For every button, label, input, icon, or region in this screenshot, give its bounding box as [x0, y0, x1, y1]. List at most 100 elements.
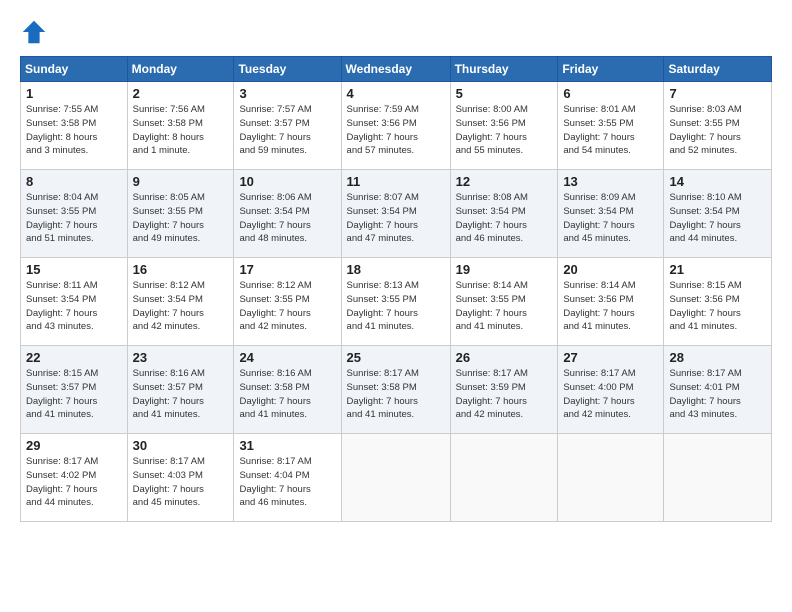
day-info: Sunrise: 8:14 AM Sunset: 3:55 PM Dayligh… [456, 279, 553, 334]
calendar-cell [341, 434, 450, 522]
calendar-cell: 25Sunrise: 8:17 AM Sunset: 3:58 PM Dayli… [341, 346, 450, 434]
day-number: 9 [133, 174, 229, 189]
logo [20, 18, 54, 46]
calendar-cell: 31 Sunrise: 8:17 AM Sunset: 4:04 PM Dayli… [234, 434, 341, 522]
calendar-header-row: SundayMondayTuesdayWednesdayThursdayFrid… [21, 57, 772, 82]
day-number: 11 [347, 174, 445, 189]
calendar-cell: 1 Sunrise: 7:55 AM Sunset: 3:58 PM Daylig… [21, 82, 128, 170]
calendar-cell: 9Sunrise: 8:05 AM Sunset: 3:55 PM Daylig… [127, 170, 234, 258]
calendar-week-3: 15 Sunrise: 8:11 AM Sunset: 3:54 PM Dayli… [21, 258, 772, 346]
calendar-cell: 8 Sunrise: 8:04 AM Sunset: 3:55 PM Daylig… [21, 170, 128, 258]
calendar-cell: 29 Sunrise: 8:17 AM Sunset: 4:02 PM Dayli… [21, 434, 128, 522]
calendar-cell: 22 Sunrise: 8:15 AM Sunset: 3:57 PM Dayli… [21, 346, 128, 434]
column-header-sunday: Sunday [21, 57, 128, 82]
calendar-cell: 26Sunrise: 8:17 AM Sunset: 3:59 PM Dayli… [450, 346, 558, 434]
day-number: 18 [347, 262, 445, 277]
day-number: 10 [239, 174, 335, 189]
page: SundayMondayTuesdayWednesdayThursdayFrid… [0, 0, 792, 612]
day-info: Sunrise: 8:12 AM Sunset: 3:55 PM Dayligh… [239, 279, 335, 334]
calendar-cell: 21 Sunrise: 8:15 AM Sunset: 3:56 PM Dayli… [664, 258, 772, 346]
day-info: Sunrise: 8:08 AM Sunset: 3:54 PM Dayligh… [456, 191, 553, 246]
calendar-week-2: 8 Sunrise: 8:04 AM Sunset: 3:55 PM Daylig… [21, 170, 772, 258]
day-number: 2 [133, 86, 229, 101]
calendar-cell: 14Sunrise: 8:10 AM Sunset: 3:54 PM Dayli… [664, 170, 772, 258]
day-info: Sunrise: 8:17 AM Sunset: 4:01 PM Dayligh… [669, 367, 766, 422]
calendar-cell: 27Sunrise: 8:17 AM Sunset: 4:00 PM Dayli… [558, 346, 664, 434]
day-number: 22 [26, 350, 122, 365]
day-info: Sunrise: 7:56 AM Sunset: 3:58 PM Dayligh… [133, 103, 229, 158]
column-header-thursday: Thursday [450, 57, 558, 82]
calendar-cell: 15 Sunrise: 8:11 AM Sunset: 3:54 PM Dayli… [21, 258, 128, 346]
day-info: Sunrise: 8:14 AM Sunset: 3:56 PM Dayligh… [563, 279, 658, 334]
calendar-cell: 6Sunrise: 8:01 AM Sunset: 3:55 PM Daylig… [558, 82, 664, 170]
day-number: 7 [669, 86, 766, 101]
day-number: 29 [26, 438, 122, 453]
calendar-cell [664, 434, 772, 522]
calendar-cell: 18Sunrise: 8:13 AM Sunset: 3:55 PM Dayli… [341, 258, 450, 346]
day-number: 8 [26, 174, 122, 189]
calendar-cell: 20Sunrise: 8:14 AM Sunset: 3:56 PM Dayli… [558, 258, 664, 346]
day-info: Sunrise: 8:07 AM Sunset: 3:54 PM Dayligh… [347, 191, 445, 246]
day-number: 31 [239, 438, 335, 453]
day-number: 4 [347, 86, 445, 101]
day-info: Sunrise: 8:04 AM Sunset: 3:55 PM Dayligh… [26, 191, 122, 246]
calendar-week-5: 29 Sunrise: 8:17 AM Sunset: 4:02 PM Dayli… [21, 434, 772, 522]
column-header-saturday: Saturday [664, 57, 772, 82]
day-info: Sunrise: 8:17 AM Sunset: 4:02 PM Dayligh… [26, 455, 122, 510]
day-number: 27 [563, 350, 658, 365]
day-info: Sunrise: 8:16 AM Sunset: 3:58 PM Dayligh… [239, 367, 335, 422]
day-info: Sunrise: 8:00 AM Sunset: 3:56 PM Dayligh… [456, 103, 553, 158]
column-header-tuesday: Tuesday [234, 57, 341, 82]
calendar-cell [450, 434, 558, 522]
day-info: Sunrise: 7:55 AM Sunset: 3:58 PM Dayligh… [26, 103, 122, 158]
calendar-cell: 23 Sunrise: 8:16 AM Sunset: 3:57 PM Dayli… [127, 346, 234, 434]
day-number: 12 [456, 174, 553, 189]
calendar-cell: 3 Sunrise: 7:57 AM Sunset: 3:57 PM Daylig… [234, 82, 341, 170]
calendar-table: SundayMondayTuesdayWednesdayThursdayFrid… [20, 56, 772, 522]
calendar-cell: 2 Sunrise: 7:56 AM Sunset: 3:58 PM Daylig… [127, 82, 234, 170]
day-info: Sunrise: 7:59 AM Sunset: 3:56 PM Dayligh… [347, 103, 445, 158]
calendar-cell: 17 Sunrise: 8:12 AM Sunset: 3:55 PM Dayli… [234, 258, 341, 346]
calendar-cell: 13Sunrise: 8:09 AM Sunset: 3:54 PM Dayli… [558, 170, 664, 258]
day-number: 26 [456, 350, 553, 365]
day-info: Sunrise: 8:12 AM Sunset: 3:54 PM Dayligh… [133, 279, 229, 334]
day-number: 16 [133, 262, 229, 277]
day-number: 23 [133, 350, 229, 365]
day-number: 3 [239, 86, 335, 101]
day-info: Sunrise: 8:01 AM Sunset: 3:55 PM Dayligh… [563, 103, 658, 158]
day-info: Sunrise: 8:15 AM Sunset: 3:57 PM Dayligh… [26, 367, 122, 422]
day-info: Sunrise: 8:09 AM Sunset: 3:54 PM Dayligh… [563, 191, 658, 246]
day-number: 17 [239, 262, 335, 277]
header [20, 18, 772, 46]
calendar-week-1: 1 Sunrise: 7:55 AM Sunset: 3:58 PM Daylig… [21, 82, 772, 170]
day-info: Sunrise: 8:17 AM Sunset: 4:04 PM Dayligh… [239, 455, 335, 510]
column-header-friday: Friday [558, 57, 664, 82]
day-number: 5 [456, 86, 553, 101]
calendar-cell: 30 Sunrise: 8:17 AM Sunset: 4:03 PM Dayli… [127, 434, 234, 522]
day-number: 15 [26, 262, 122, 277]
calendar-cell: 11 Sunrise: 8:07 AM Sunset: 3:54 PM Dayli… [341, 170, 450, 258]
calendar-cell [558, 434, 664, 522]
day-number: 24 [239, 350, 335, 365]
day-info: Sunrise: 8:06 AM Sunset: 3:54 PM Dayligh… [239, 191, 335, 246]
day-info: Sunrise: 8:11 AM Sunset: 3:54 PM Dayligh… [26, 279, 122, 334]
calendar-cell: 4 Sunrise: 7:59 AM Sunset: 3:56 PM Daylig… [341, 82, 450, 170]
day-number: 19 [456, 262, 553, 277]
day-info: Sunrise: 8:15 AM Sunset: 3:56 PM Dayligh… [669, 279, 766, 334]
day-info: Sunrise: 7:57 AM Sunset: 3:57 PM Dayligh… [239, 103, 335, 158]
day-info: Sunrise: 8:17 AM Sunset: 3:58 PM Dayligh… [347, 367, 445, 422]
day-info: Sunrise: 8:17 AM Sunset: 4:03 PM Dayligh… [133, 455, 229, 510]
calendar-cell: 28 Sunrise: 8:17 AM Sunset: 4:01 PM Dayli… [664, 346, 772, 434]
day-info: Sunrise: 8:03 AM Sunset: 3:55 PM Dayligh… [669, 103, 766, 158]
column-header-monday: Monday [127, 57, 234, 82]
day-number: 28 [669, 350, 766, 365]
calendar-cell: 7 Sunrise: 8:03 AM Sunset: 3:55 PM Daylig… [664, 82, 772, 170]
day-info: Sunrise: 8:16 AM Sunset: 3:57 PM Dayligh… [133, 367, 229, 422]
day-info: Sunrise: 8:10 AM Sunset: 3:54 PM Dayligh… [669, 191, 766, 246]
column-header-wednesday: Wednesday [341, 57, 450, 82]
day-number: 21 [669, 262, 766, 277]
day-number: 30 [133, 438, 229, 453]
calendar-cell: 10 Sunrise: 8:06 AM Sunset: 3:54 PM Dayli… [234, 170, 341, 258]
day-number: 1 [26, 86, 122, 101]
calendar-cell: 19 Sunrise: 8:14 AM Sunset: 3:55 PM Dayli… [450, 258, 558, 346]
